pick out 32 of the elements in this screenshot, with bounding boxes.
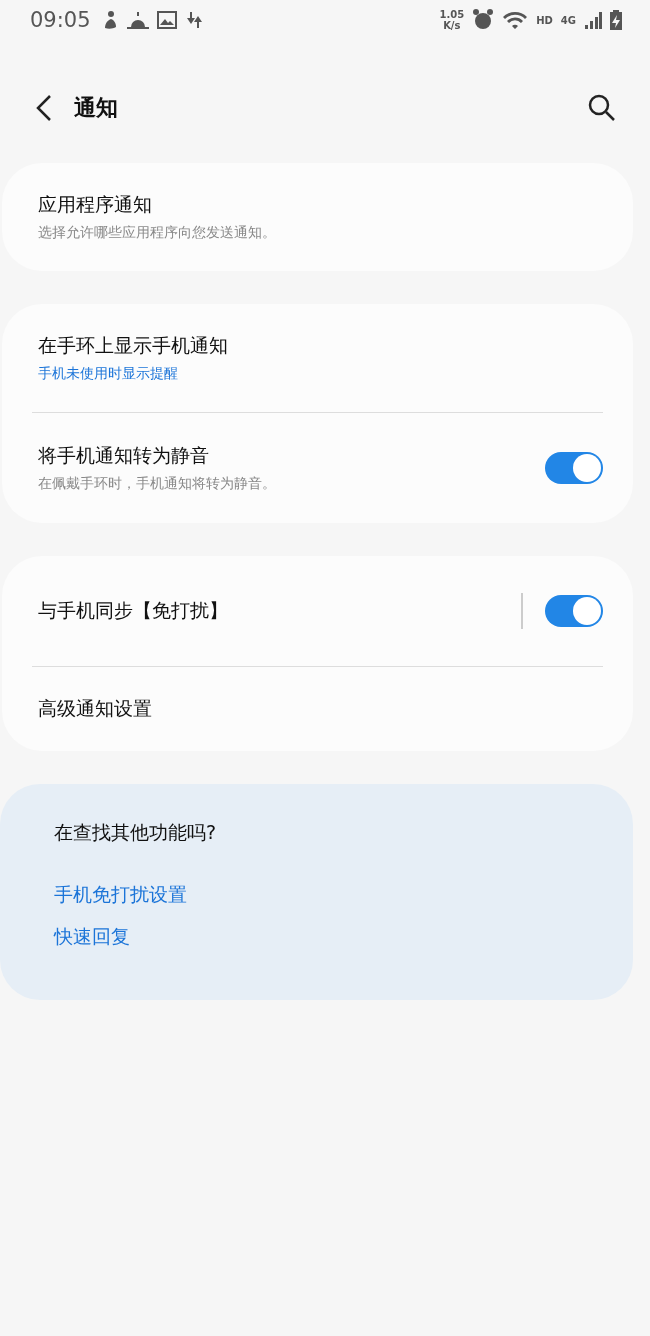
battery-icon xyxy=(610,10,622,30)
setting-title: 在手环上显示手机通知 xyxy=(38,333,229,358)
setting-description: 选择允许哪些应用程序向您发送通知。 xyxy=(38,224,276,242)
alarm-icon xyxy=(472,9,495,31)
settings-row[interactable]: 将手机通知转为静音 在佩戴手环时，手机通知将转为静音。 xyxy=(38,413,603,523)
image-icon xyxy=(156,11,177,29)
suggestions-title: 在查找其他功能吗? xyxy=(54,820,218,845)
network-speed: 1.05 K/s xyxy=(439,9,465,31)
suggestion-link[interactable]: 快速回复 xyxy=(54,924,579,950)
hd-label: HD xyxy=(536,14,553,26)
data-arrows-icon xyxy=(184,12,203,28)
settings-row[interactable]: 与手机同步【免打扰】 xyxy=(38,556,603,666)
setting-title: 与手机同步【免打扰】 xyxy=(38,598,229,623)
toggle-switch[interactable] xyxy=(545,595,603,627)
signal-icon xyxy=(584,11,602,29)
setting-description: 手机未使用时显示提醒 xyxy=(38,365,178,383)
setting-title: 将手机通知转为静音 xyxy=(38,443,210,468)
setting-description: 在佩戴手环时，手机通知将转为静音。 xyxy=(38,475,276,493)
settings-row[interactable]: 应用程序通知 选择允许哪些应用程序向您发送通知。 xyxy=(38,163,603,271)
settings-row[interactable]: 高级通知设置 xyxy=(38,667,603,751)
search-icon[interactable] xyxy=(588,94,616,122)
network-type: 4G xyxy=(560,14,576,26)
toggle-switch[interactable] xyxy=(545,452,603,484)
setting-title: 高级通知设置 xyxy=(38,696,153,721)
sunrise-icon xyxy=(126,11,149,29)
setting-title: 应用程序通知 xyxy=(38,192,153,217)
back-icon[interactable] xyxy=(36,94,52,122)
suggestion-link[interactable]: 手机免打扰设置 xyxy=(54,882,579,908)
page-title: 通知 xyxy=(74,94,119,122)
status-time: 09:05 xyxy=(30,8,91,32)
wifi-icon xyxy=(502,10,529,30)
settings-row[interactable]: 在手环上显示手机通知 手机未使用时显示提醒 xyxy=(38,304,603,412)
